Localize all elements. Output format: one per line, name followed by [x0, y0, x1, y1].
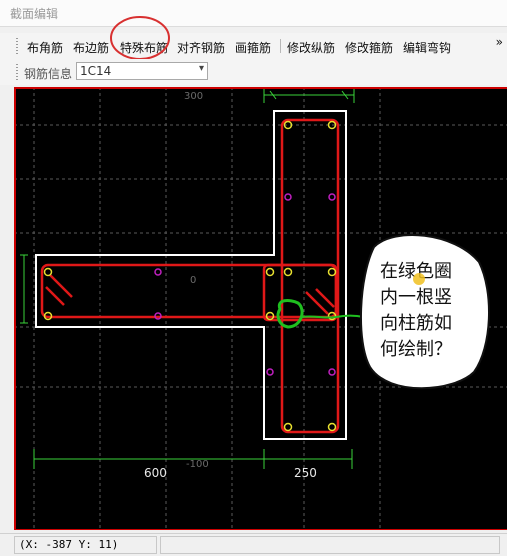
chevron-down-icon[interactable]: ▾ — [199, 63, 204, 74]
window-titlebar: 截面编辑 — [0, 0, 507, 27]
corner-rebar-button[interactable]: 布角筋 — [25, 37, 65, 58]
toolbar-grip[interactable] — [16, 64, 18, 80]
left-gutter — [0, 87, 14, 533]
section-drawing[interactable]: 300 0 -100 600 250 在绿色圈 内一根竖 向柱筋如 何绘制？ — [14, 87, 507, 530]
edge-rebar[interactable] — [328, 193, 336, 201]
edge-rebar-button[interactable]: 布边筋 — [71, 37, 111, 58]
window-title: 截面编辑 — [10, 7, 59, 21]
annotation-line-2: 内一根竖 — [380, 287, 452, 308]
grid-label-bottom: -100 — [186, 459, 209, 470]
corner-rebar[interactable] — [327, 422, 337, 432]
align-rebar-button[interactable]: 对齐钢筋 — [175, 37, 227, 58]
grid-label-top: 300 — [184, 91, 203, 102]
light-bulb-icon — [413, 273, 425, 285]
toolbar-overflow-button[interactable]: » — [496, 35, 503, 49]
corner-rebar[interactable] — [283, 267, 293, 277]
section-canvas[interactable]: 300 0 -100 600 250 在绿色圈 内一根竖 向柱筋如 何绘制？ — [14, 87, 507, 530]
draw-stirrup-button[interactable]: 画箍筋 — [233, 37, 273, 58]
annotation-line-3: 向柱筋如 — [380, 313, 452, 334]
corner-rebar[interactable] — [327, 267, 337, 277]
dim-label-250: 250 — [294, 466, 317, 480]
annotation-line-4: 何绘制？ — [380, 339, 452, 360]
coordinate-readout: (X: -387 Y: 11) — [14, 536, 157, 554]
status-panel — [160, 536, 500, 554]
rebar-info-value: 1C14 — [80, 64, 112, 78]
corner-rebar[interactable] — [265, 267, 275, 277]
edge-rebar[interactable] — [266, 368, 274, 376]
rebar-toolbar: 布角筋 布边筋 特殊布筋 对齐钢筋 画箍筋 修改纵筋 修改箍筋 编辑弯钩 » — [0, 33, 507, 59]
callout-circle — [110, 16, 170, 60]
edge-rebar[interactable] — [284, 193, 292, 201]
rebar-info-label: 钢筋信息 — [24, 67, 73, 81]
edit-hook-button[interactable]: 编辑弯钩 — [401, 37, 453, 58]
annotation-bubble — [359, 234, 491, 390]
edge-rebar[interactable] — [154, 268, 162, 276]
grid-label-mid: 0 — [190, 275, 196, 286]
dim-label-600: 600 — [144, 466, 167, 480]
edge-rebar[interactable] — [328, 368, 336, 376]
rebar-info-select[interactable]: 1C14 ▾ — [76, 62, 208, 80]
modify-stirrup-button[interactable]: 修改箍筋 — [343, 37, 395, 58]
toolbar-separator — [280, 39, 281, 53]
rebar-info-bar: 钢筋信息 1C14 ▾ — [0, 59, 507, 85]
corner-rebar[interactable] — [283, 422, 293, 432]
status-bar: (X: -387 Y: 11) — [0, 533, 507, 556]
modify-longitudinal-button[interactable]: 修改纵筋 — [285, 37, 337, 58]
corner-rebar[interactable] — [43, 267, 53, 277]
toolbar-grip[interactable] — [16, 38, 18, 54]
